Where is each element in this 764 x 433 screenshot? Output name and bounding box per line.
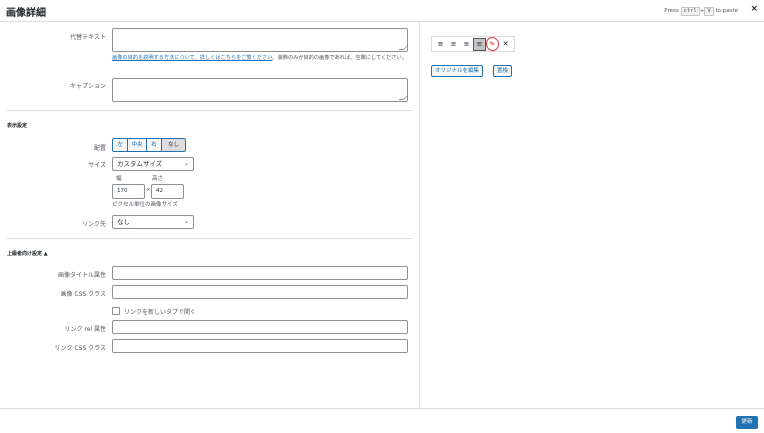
alt-help-rest: 。装飾のみが目的の画像であれば、空欄にしてください。 bbox=[272, 55, 407, 61]
align-none-button[interactable]: なし bbox=[162, 139, 185, 151]
divider bbox=[7, 238, 412, 239]
display-settings-heading: 表示設定 bbox=[7, 123, 28, 129]
align-center-button[interactable]: 中央 bbox=[128, 139, 147, 151]
modal-footer: 更新 bbox=[0, 408, 764, 433]
link-to-select[interactable]: なし ⌄ bbox=[112, 215, 194, 229]
open-new-tab-label: リンクを新しいタブで開く bbox=[124, 309, 197, 316]
align-none-icon[interactable]: ≡ bbox=[473, 37, 486, 51]
image-details-form: 代替テキスト 画像の目的を説明する方法について、詳しくはこちらをご覧ください。装… bbox=[0, 22, 420, 408]
modal-header: 画像詳細 Press ctrl + V to paste × bbox=[0, 0, 764, 22]
size-value: カスタムサイズ bbox=[117, 160, 163, 168]
link-css-class-input[interactable] bbox=[112, 339, 408, 353]
edit-pencil-icon[interactable]: ✎ bbox=[484, 35, 501, 53]
paste-hint: Press ctrl + V to paste bbox=[664, 7, 738, 16]
pixel-size-note: ピクセル単位の画像サイズ bbox=[112, 202, 178, 208]
height-label: 高さ bbox=[152, 176, 164, 182]
modal-title: 画像詳細 bbox=[6, 8, 46, 19]
update-button[interactable]: 更新 bbox=[736, 416, 758, 429]
link-to-label: リンク先 bbox=[81, 221, 106, 228]
caption-label: キャプション bbox=[69, 83, 106, 90]
advanced-settings-toggle[interactable]: 上級者向け設定 ▲ bbox=[7, 250, 48, 257]
image-toolbar: ≡ ≡ ≡ ≡ ✎ ✕ bbox=[431, 35, 515, 53]
width-label: 幅 bbox=[116, 176, 122, 182]
alt-help-link[interactable]: 画像の目的を説明する方法について、詳しくはこちらをご覧ください bbox=[112, 55, 272, 61]
link-rel-label: リンク rel 属性 bbox=[64, 326, 106, 333]
size-label: サイズ bbox=[88, 162, 106, 169]
alt-text-input[interactable] bbox=[112, 28, 408, 52]
align-left-icon[interactable]: ≡ bbox=[434, 38, 447, 51]
height-input[interactable]: 42 bbox=[151, 184, 184, 199]
align-right-button[interactable]: 右 bbox=[147, 139, 162, 151]
caption-input[interactable] bbox=[112, 78, 408, 102]
paste-hint-prefix: Press bbox=[664, 8, 679, 14]
alt-text-help: 画像の目的を説明する方法について、詳しくはこちらをご覧ください。装飾のみが目的の… bbox=[112, 54, 408, 62]
link-to-value: なし bbox=[117, 218, 130, 226]
image-css-class-input[interactable] bbox=[112, 285, 408, 299]
remove-icon[interactable]: ✕ bbox=[499, 38, 512, 51]
close-icon[interactable]: × bbox=[750, 4, 758, 14]
align-center-icon[interactable]: ≡ bbox=[447, 38, 460, 51]
link-css-class-label: リンク CSS クラス bbox=[54, 345, 106, 352]
ctrl-key: ctrl bbox=[680, 7, 700, 16]
link-rel-input[interactable] bbox=[112, 320, 408, 334]
chevron-down-icon: ⌄ bbox=[183, 218, 189, 225]
v-key: V bbox=[704, 7, 714, 16]
width-input[interactable]: 170 bbox=[112, 184, 145, 199]
chevron-down-icon: ⌄ bbox=[183, 160, 189, 167]
image-title-attr-label: 画像タイトル属性 bbox=[57, 272, 106, 279]
divider bbox=[7, 110, 412, 111]
edit-original-button[interactable]: オリジナルを編集 bbox=[431, 65, 484, 77]
times-sign: × bbox=[146, 187, 151, 193]
align-right-icon[interactable]: ≡ bbox=[460, 38, 473, 51]
replace-button[interactable]: 置換 bbox=[493, 65, 513, 77]
align-label: 配置 bbox=[93, 145, 106, 152]
open-new-tab-checkbox[interactable] bbox=[112, 307, 120, 315]
image-title-attr-input[interactable] bbox=[112, 266, 408, 280]
image-css-class-label: 画像 CSS クラス bbox=[60, 291, 106, 298]
align-left-button[interactable]: 左 bbox=[113, 139, 128, 151]
paste-hint-suffix: to paste bbox=[715, 8, 738, 14]
alt-text-label: 代替テキスト bbox=[70, 34, 106, 41]
align-segmented-control: 左 中央 右 なし bbox=[112, 138, 186, 152]
size-select[interactable]: カスタムサイズ ⌄ bbox=[112, 157, 194, 171]
